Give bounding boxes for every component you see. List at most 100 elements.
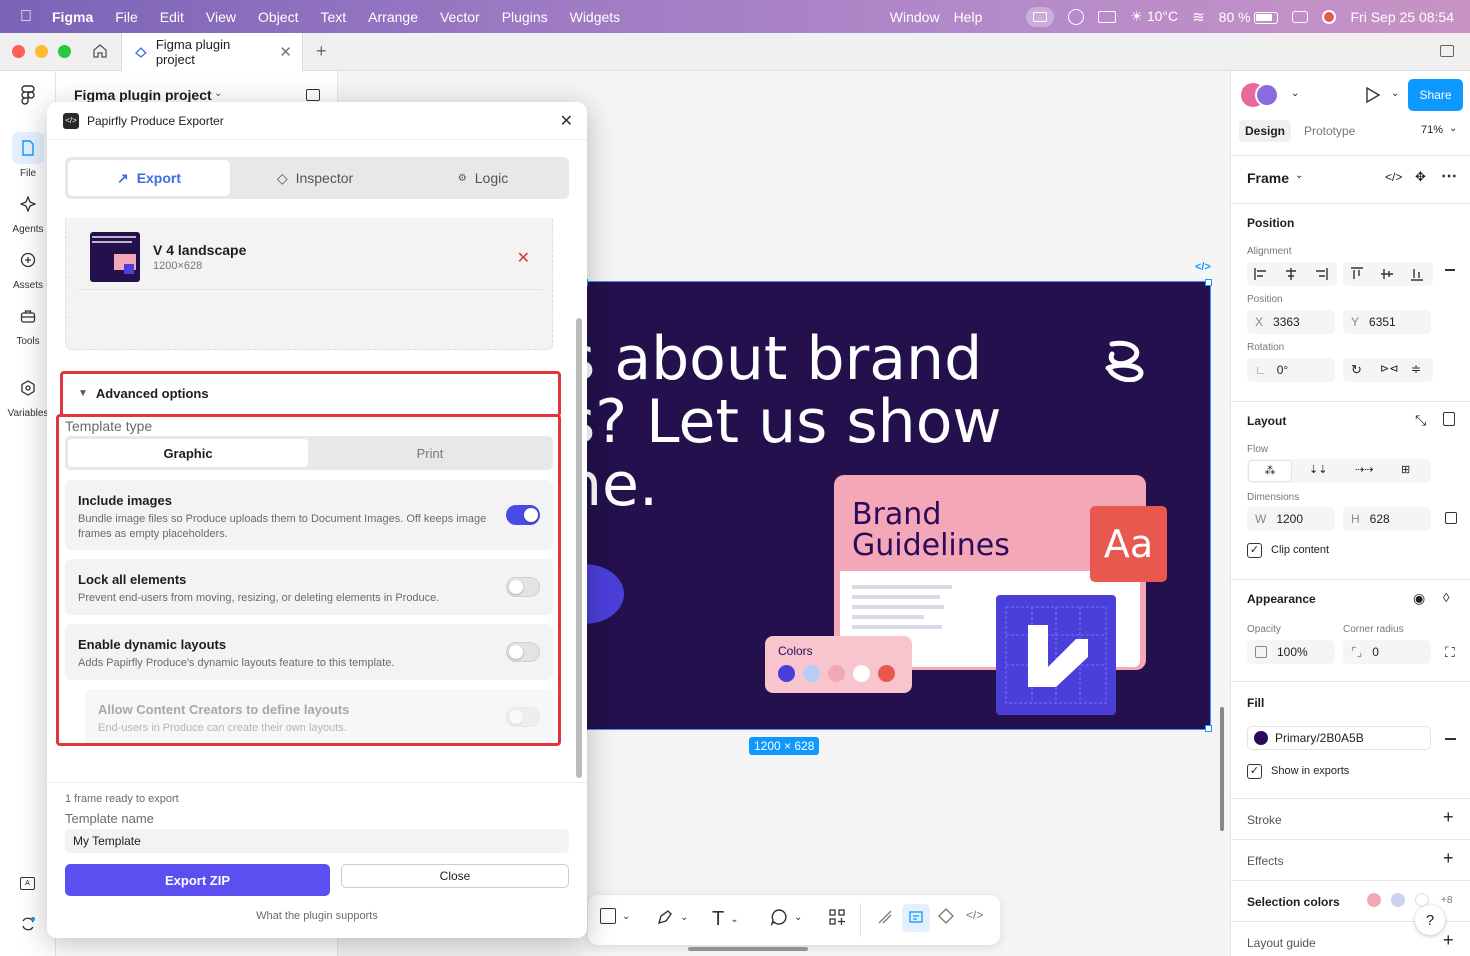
visibility-icon[interactable]: ◉	[1413, 590, 1425, 607]
chevron-down-icon[interactable]: ⌄	[214, 88, 222, 99]
align-top-icon[interactable]	[1350, 267, 1364, 281]
weather-status[interactable]: ☀ 10°C	[1130, 8, 1178, 25]
resize-to-fit-icon[interactable]	[1445, 512, 1457, 524]
width-field[interactable]: W 1200	[1247, 507, 1335, 531]
display-icon[interactable]	[1098, 10, 1117, 23]
tab-close-icon[interactable]: ✕	[279, 43, 292, 61]
flow-horizontal-icon[interactable]: ⇢⇢	[1355, 463, 1373, 476]
frame-tool[interactable]: ⌄	[600, 908, 630, 924]
plugin-scrollbar[interactable]	[576, 318, 582, 778]
new-tab-icon[interactable]: +	[316, 41, 327, 62]
text-style-icon[interactable]: A	[20, 877, 35, 890]
close-button[interactable]: Close	[341, 864, 569, 888]
tab-inspector[interactable]: ◇ Inspector	[235, 160, 395, 196]
chevron-down-icon[interactable]: ⌄	[1291, 88, 1299, 99]
minimize-window-button[interactable]	[35, 45, 48, 58]
menu-object[interactable]: Object	[258, 9, 298, 25]
focus-icon[interactable]	[1068, 8, 1085, 25]
design-frame[interactable]: s about brand s? Let us show ne. Brand G…	[583, 281, 1211, 730]
template-name-input[interactable]: My Template	[65, 829, 569, 853]
chevron-down-icon[interactable]: ⌄	[794, 912, 802, 923]
clip-content-checkbox[interactable]: ✓	[1247, 543, 1262, 558]
code-icon[interactable]: </>	[1195, 261, 1211, 273]
help-button[interactable]: ?	[1415, 905, 1445, 935]
remove-frame-icon[interactable]: ✕	[517, 248, 530, 268]
horizontal-scrollbar[interactable]	[688, 947, 808, 951]
opacity-field[interactable]: 100%	[1247, 640, 1335, 664]
tab-design[interactable]: Design	[1239, 120, 1291, 142]
remove-fill-icon[interactable]	[1445, 738, 1456, 740]
align-bottom-icon[interactable]	[1410, 267, 1424, 281]
align-middle-icon[interactable]	[1380, 267, 1394, 281]
distribute-icon[interactable]	[1445, 269, 1455, 271]
selection-color-swatch[interactable]	[1367, 893, 1381, 907]
tab-logic[interactable]: ⚙ Logic	[400, 160, 566, 196]
flow-grid-icon[interactable]: ⊞	[1401, 463, 1410, 476]
independent-corners-icon[interactable]: ⛶	[1445, 644, 1455, 661]
tab-export[interactable]: ↗ Export	[68, 160, 230, 196]
chevron-down-icon[interactable]: ⌄	[1391, 88, 1399, 99]
menu-help[interactable]: Help	[954, 9, 983, 25]
align-left-icon[interactable]	[1254, 267, 1268, 281]
code-icon[interactable]: </>	[1385, 170, 1402, 184]
more-icon[interactable]: ⋯	[1441, 166, 1457, 186]
layout-grid-icon[interactable]	[1443, 412, 1455, 426]
play-icon[interactable]	[1365, 86, 1381, 104]
menu-vector[interactable]: Vector	[440, 9, 480, 25]
rotate-icon[interactable]: ↻	[1351, 362, 1362, 378]
tab-prototype[interactable]: Prototype	[1304, 124, 1355, 138]
resize-handle[interactable]	[1205, 725, 1212, 732]
plugin-close-icon[interactable]: ✕	[560, 111, 573, 131]
design-mode-tool[interactable]	[902, 904, 930, 932]
close-window-button[interactable]	[12, 45, 25, 58]
vertical-scrollbar[interactable]	[1220, 707, 1224, 831]
export-zip-button[interactable]: Export ZIP	[65, 864, 330, 896]
home-icon[interactable]	[92, 43, 108, 59]
zoom-level[interactable]: 71%	[1421, 124, 1443, 136]
corner-radius-field[interactable]: ⌜⌟ 0	[1343, 640, 1431, 664]
selection-color-swatch[interactable]	[1391, 893, 1405, 907]
resize-handle[interactable]	[1205, 279, 1212, 286]
supports-link[interactable]: What the plugin supports	[47, 910, 587, 922]
show-exports-checkbox[interactable]: ✓	[1247, 764, 1262, 779]
sidebar-toggle-icon[interactable]	[1440, 45, 1454, 57]
chevron-down-icon[interactable]: ⌄	[730, 914, 738, 925]
flow-vertical-icon[interactable]: ⇣⇣	[1309, 463, 1327, 476]
screen-share-icon[interactable]	[1026, 6, 1055, 27]
menu-widgets[interactable]: Widgets	[570, 9, 621, 25]
chevron-down-icon[interactable]: ⌄	[680, 912, 688, 923]
wifi-icon[interactable]: ≋	[1192, 8, 1205, 26]
project-name[interactable]: Figma plugin project	[74, 87, 212, 103]
zoom-window-button[interactable]	[58, 45, 71, 58]
selection-colors-more[interactable]: +8	[1441, 895, 1452, 906]
user-icon[interactable]	[1322, 9, 1337, 24]
draw-tool[interactable]	[876, 908, 894, 926]
share-button[interactable]: Share	[1408, 79, 1463, 111]
height-field[interactable]: H 628	[1343, 507, 1431, 531]
add-effect-icon[interactable]: +	[1443, 848, 1454, 869]
rotation-field[interactable]: ∟ 0°	[1247, 358, 1335, 382]
clock[interactable]: Fri Sep 25 08:54	[1350, 9, 1454, 25]
y-field[interactable]: Y 6351	[1343, 310, 1431, 334]
battery-status[interactable]: 80 %	[1219, 9, 1279, 25]
add-layout-guide-icon[interactable]: +	[1443, 930, 1454, 951]
fill-field[interactable]: Primary/2B0A5B	[1247, 726, 1431, 750]
menu-window[interactable]: Window	[890, 9, 940, 25]
sync-icon[interactable]	[20, 916, 36, 932]
add-stroke-icon[interactable]: +	[1443, 807, 1454, 828]
menu-file[interactable]: File	[115, 9, 138, 25]
collapse-icon[interactable]: ⤡	[1415, 412, 1426, 429]
menu-text[interactable]: Text	[320, 9, 346, 25]
control-center-icon[interactable]	[1292, 10, 1309, 23]
text-tool[interactable]: T ⌄	[712, 908, 739, 931]
panel-toggle-icon[interactable]	[306, 89, 320, 101]
menu-edit[interactable]: Edit	[160, 9, 184, 25]
frame-item[interactable]: V 4 landscape 1200×628 ✕	[78, 218, 542, 290]
menu-plugins[interactable]: Plugins	[502, 9, 548, 25]
apple-icon[interactable]: 	[20, 8, 32, 26]
menu-app[interactable]: Figma	[52, 9, 93, 25]
actions-tool[interactable]	[828, 908, 846, 926]
component-tool[interactable]	[938, 908, 954, 924]
dev-mode-tool[interactable]: </>	[966, 908, 983, 922]
pen-tool[interactable]: ⌄	[656, 908, 688, 926]
